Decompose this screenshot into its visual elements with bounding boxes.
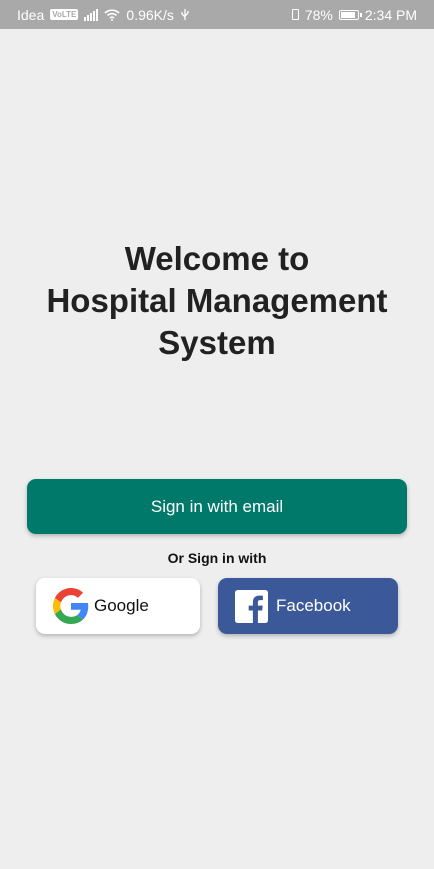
volte-badge: VoLTE xyxy=(50,9,79,20)
google-logo-icon xyxy=(53,588,89,624)
signal-icon xyxy=(84,8,99,21)
battery-icon xyxy=(338,9,362,20)
battery-fill xyxy=(340,11,355,18)
network-speed: 0.96K/s xyxy=(126,6,174,23)
usb-icon xyxy=(181,9,189,20)
sign-in-email-button[interactable]: Sign in with email xyxy=(27,479,407,534)
facebook-logo-icon xyxy=(235,589,268,623)
welcome-title: Welcome to Hospital Management System xyxy=(0,238,434,364)
vibrate-icon xyxy=(291,9,299,20)
welcome-line-1: Welcome to xyxy=(124,240,310,277)
facebook-sign-in-button[interactable]: Facebook xyxy=(218,578,398,634)
battery-percent: 78% xyxy=(304,6,333,23)
status-bar-right: 78% 2:34 PM xyxy=(291,6,417,23)
or-sign-in-label: Or Sign in with xyxy=(167,550,267,566)
wifi-icon xyxy=(104,8,120,21)
carrier-name: Idea xyxy=(17,6,45,23)
clock: 2:34 PM xyxy=(364,6,417,23)
facebook-button-label: Facebook xyxy=(276,596,351,615)
google-button-label: Google xyxy=(94,596,149,615)
status-bar: Idea VoLTE 0.96K/s 78% 2:34 PM xyxy=(0,0,434,29)
welcome-line-3: System xyxy=(158,324,276,361)
status-bar-left: Idea VoLTE 0.96K/s xyxy=(17,7,190,23)
google-sign-in-button[interactable]: Google xyxy=(36,578,200,634)
welcome-line-2: Hospital Management xyxy=(46,282,388,319)
